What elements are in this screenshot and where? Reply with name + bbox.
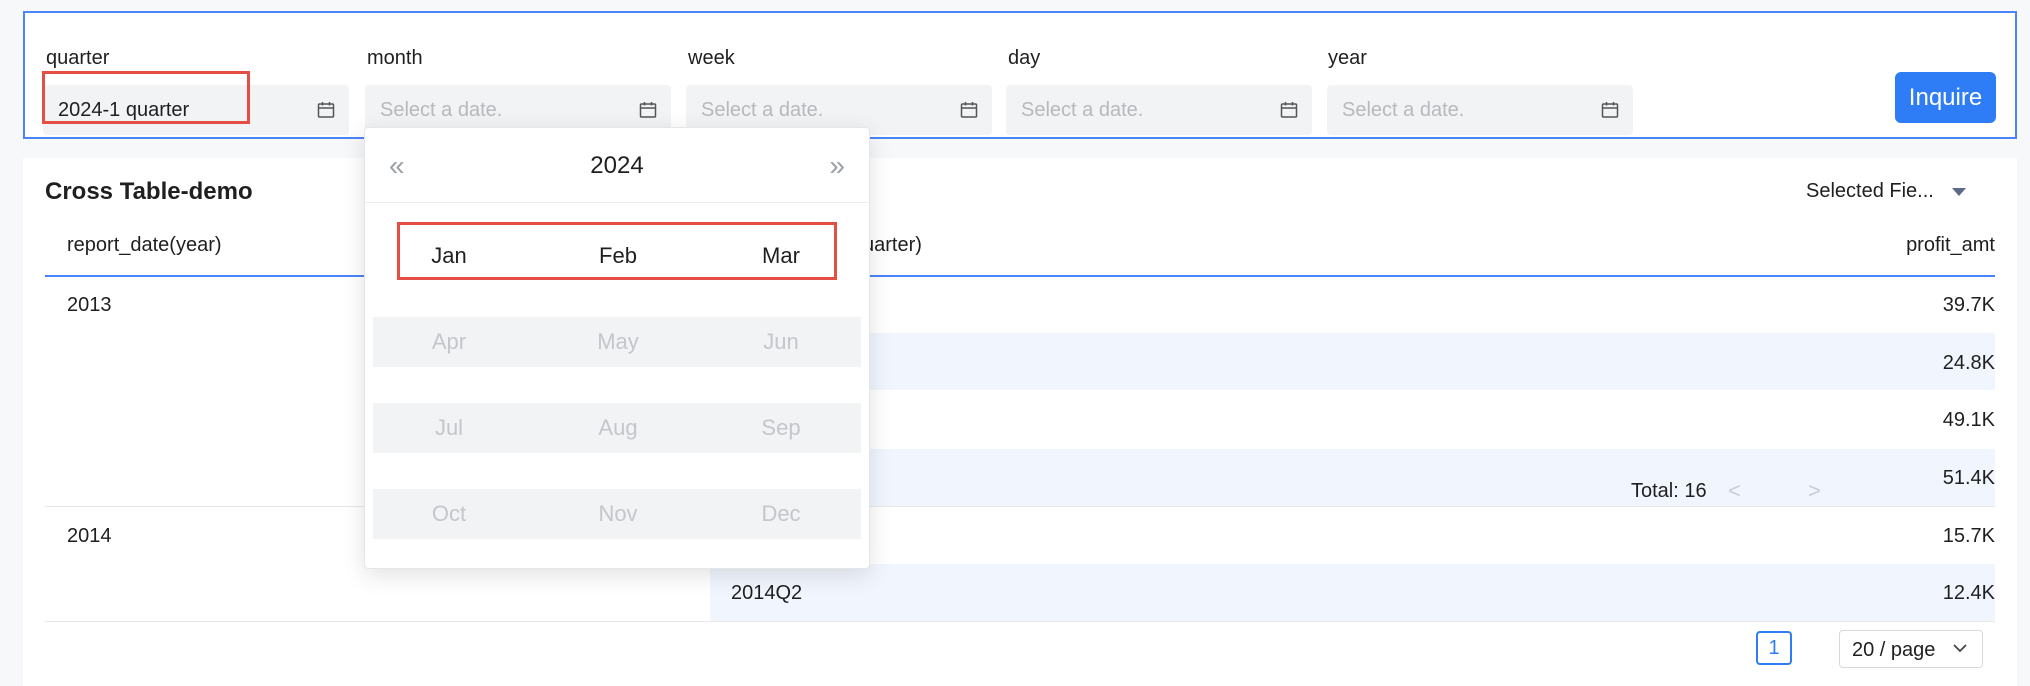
picker-year[interactable]: 2024 [365,152,869,180]
chevron-down-icon [1953,644,1967,653]
row-stripe [710,564,1995,621]
group-divider [45,621,1995,622]
table-cell-profit: 39.7K [1942,294,1995,316]
month-label: month [367,47,423,69]
quarter-label: quarter [46,47,110,69]
pagination-page-1[interactable]: 1 [1756,631,1792,665]
table-cell-year: 2014 [67,525,112,547]
month-nov: Nov [598,501,638,526]
group-divider [45,506,1995,507]
month-jul: Jul [434,415,464,440]
table-cell-year: 2013 [67,294,112,316]
year-date-input[interactable]: Select a date. [1327,85,1633,135]
caret-down-icon[interactable] [1952,188,1966,196]
table-cell-profit: 49.1K [1942,409,1995,431]
quarter-highlight-box [42,71,250,124]
column-header-profit-amt[interactable]: profit_amt [1906,234,1995,257]
calendar-icon [317,102,335,118]
pagination-next-button[interactable]: > [1808,478,1821,504]
calendar-icon [960,102,978,118]
week-label: week [688,47,735,69]
pagination-total: Total: 16 [1631,480,1707,502]
calendar-icon [1280,102,1298,118]
row-stripe [687,333,1995,390]
table-cell-profit: 24.8K [1942,352,1995,374]
day-date-input[interactable]: Select a date. [1006,85,1312,135]
inquire-button[interactable]: Inquire [1895,72,1996,123]
table-cell-profit: 12.4K [1942,582,1995,604]
next-year-button[interactable]: » [829,150,845,182]
table-cell-profit: 15.7K [1942,525,1995,547]
month-picker-dropdown: « 2024 » Jan Feb Mar Apr May Jun Jul Aug… [364,127,870,569]
table-title: Cross Table-demo [45,178,253,205]
page-size-select[interactable]: 20 / page [1839,630,1983,668]
year-label: year [1328,47,1367,69]
filter-bar: quarter 2024-1 quarter month Select a da… [23,11,2017,139]
month-oct: Oct [431,501,467,526]
week-placeholder: Select a date. [701,99,824,121]
month-apr: Apr [431,329,467,354]
table-cell-profit: 51.4K [1942,467,1995,489]
month-dec: Dec [761,501,801,526]
picker-header: « 2024 » [365,128,869,203]
year-placeholder: Select a date. [1342,99,1465,121]
cross-table-card: Cross Table-demo Selected Fie... report_… [23,158,2017,686]
month-sep: Sep [761,415,801,440]
day-label: day [1008,47,1041,69]
table-cell-quarter: 2014Q2 [731,582,803,604]
page-size-value: 20 / page [1852,639,1936,661]
column-header-report-date-year[interactable]: report_date(year) [67,234,222,257]
month-jun: Jun [763,329,799,354]
day-placeholder: Select a date. [1021,99,1144,121]
calendar-icon [1601,102,1619,118]
calendar-icon [639,102,657,118]
month-may: May [597,329,639,354]
row-stripe [687,449,1995,506]
month-placeholder: Select a date. [380,99,503,121]
column-header-report-date-quarter[interactable]: uarter) [863,234,922,257]
header-divider [45,275,1995,277]
pagination-prev-button[interactable]: < [1728,478,1741,504]
months-highlight-box [397,222,837,280]
selected-fields-dropdown[interactable]: Selected Fie... [1806,180,1934,203]
month-aug: Aug [598,415,638,440]
